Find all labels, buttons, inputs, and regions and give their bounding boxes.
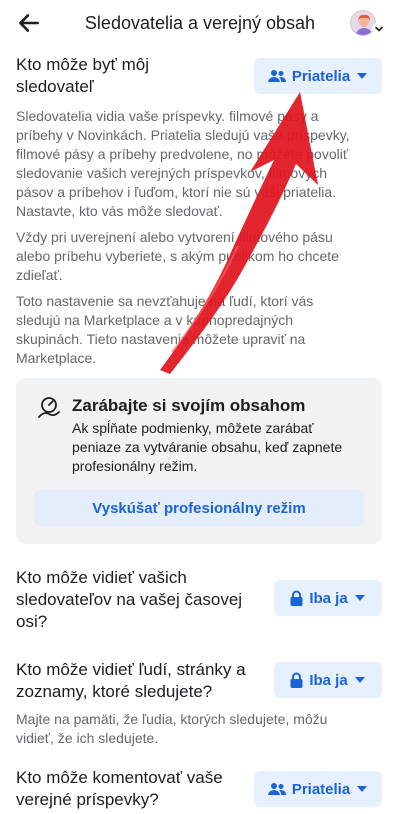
followers-question-line: sledovateľ <box>16 77 94 96</box>
card-title: Zarábajte si svojím obsahom <box>72 396 306 415</box>
comments-question: Kto môže komentovať vaše verejné príspev… <box>16 767 223 811</box>
description-line: Toto nastavenie sa nevzťahuje na ľudí, k… <box>16 293 314 309</box>
professional-mode-card: Zarábajte si svojím obsahom Ak spĺňate p… <box>16 378 382 544</box>
followers-list-question: Kto môže vidieť vašich sledovateľov na v… <box>16 567 242 633</box>
friends-icon <box>267 70 286 82</box>
profile-menu[interactable] <box>350 10 386 38</box>
page-title: Sledovatelia a verejný obsah <box>84 13 316 33</box>
lock-icon <box>290 590 303 606</box>
audience-description: Vždy pri uverejnení alebo vytvorení film… <box>16 228 370 285</box>
question-line: Kto môže komentovať vaše <box>16 768 223 787</box>
question-line: verejné príspevky? <box>16 790 159 809</box>
followers-description: Sledovatelia vidia vaše príspevky. filmo… <box>16 107 370 221</box>
comments-audience-button[interactable]: Priatelia <box>254 771 382 807</box>
caret-down-icon <box>354 595 365 601</box>
friends-icon <box>267 783 286 795</box>
description-line: sledujú na Marketplace a v kúpnopredajný… <box>16 312 294 328</box>
try-professional-mode-button[interactable]: Vyskúšať profesionálny režim <box>34 490 364 526</box>
description-line: sledovanie vašich verejných príspevkov, … <box>16 165 327 181</box>
card-text-line: peniaze za vytváranie obsahu, keď zapnet… <box>72 439 343 455</box>
caret-down-icon <box>357 786 368 792</box>
audience-label: Iba ja <box>309 589 348 607</box>
lock-icon <box>290 672 303 688</box>
question-line: osi? <box>16 612 48 631</box>
note-line: vidieť, že ich sledujete. <box>16 730 159 746</box>
description-line: alebo príbehu vyberiete, s akým publikom… <box>16 248 339 264</box>
audience-label: Priatelia <box>291 780 351 798</box>
description-line: príbehy v Novinkách. Priatelia sledujú v… <box>16 127 350 143</box>
audience-label: Iba ja <box>309 671 348 689</box>
header-bar: Sledovatelia a verejný obsah <box>0 0 400 46</box>
followers-list-audience-button[interactable]: Iba ja <box>274 580 382 616</box>
following-note: Majte na pamäti, že ľudia, ktorých sledu… <box>16 710 370 748</box>
following-list-audience-button[interactable]: Iba ja <box>274 662 382 698</box>
description-line: Sledovatelia vidia vaše príspevky. filmo… <box>16 108 319 124</box>
caret-down-icon <box>357 73 368 79</box>
note-line: Majte na pamäti, že ľudia, ktorých sledu… <box>16 711 328 727</box>
following-list-question: Kto môže vidieť ľudí, stránky a zoznamy,… <box>16 659 246 703</box>
question-line: Kto môže vidieť vašich <box>16 568 187 587</box>
chevron-down-icon <box>372 22 386 36</box>
question-line: zoznamy, ktoré sledujete? <box>16 682 213 701</box>
followers-question: Kto môže byť môj sledovateľ <box>16 54 149 98</box>
professional-dashboard-icon <box>38 397 60 418</box>
card-text-line: Ak spĺňate podmienky, môžete zarábať <box>72 420 314 436</box>
description-line: Nastavte, kto vás môže sledovať. <box>16 203 223 219</box>
followers-question-line: Kto môže byť môj <box>16 55 149 74</box>
description-line: Marketplace. <box>16 350 97 366</box>
description-line: zdieľať. <box>16 267 63 283</box>
description-line: Vždy pri uverejnení alebo vytvorení film… <box>16 229 333 245</box>
card-text-line: profesionálny režim. <box>72 458 198 474</box>
marketplace-description: Toto nastavenie sa nevzťahuje na ľudí, k… <box>16 292 370 368</box>
followers-audience-button[interactable]: Priatelia <box>254 58 382 94</box>
card-text: Ak spĺňate podmienky, môžete zarábať pen… <box>72 419 368 476</box>
description-line: filmové pásy a príbehy predvolene, no mô… <box>16 146 349 162</box>
description-line: skupinách. Tieto nastavenia môžete uprav… <box>16 331 306 347</box>
description-line: pásov a príbehov i ľuďom, ktorí nie sú v… <box>16 184 337 200</box>
caret-down-icon <box>354 677 365 683</box>
question-line: sledovateľov na vašej časovej <box>16 590 243 609</box>
followers-audience-label: Priatelia <box>291 67 351 85</box>
question-line: Kto môže vidieť ľudí, stránky a <box>16 660 246 679</box>
